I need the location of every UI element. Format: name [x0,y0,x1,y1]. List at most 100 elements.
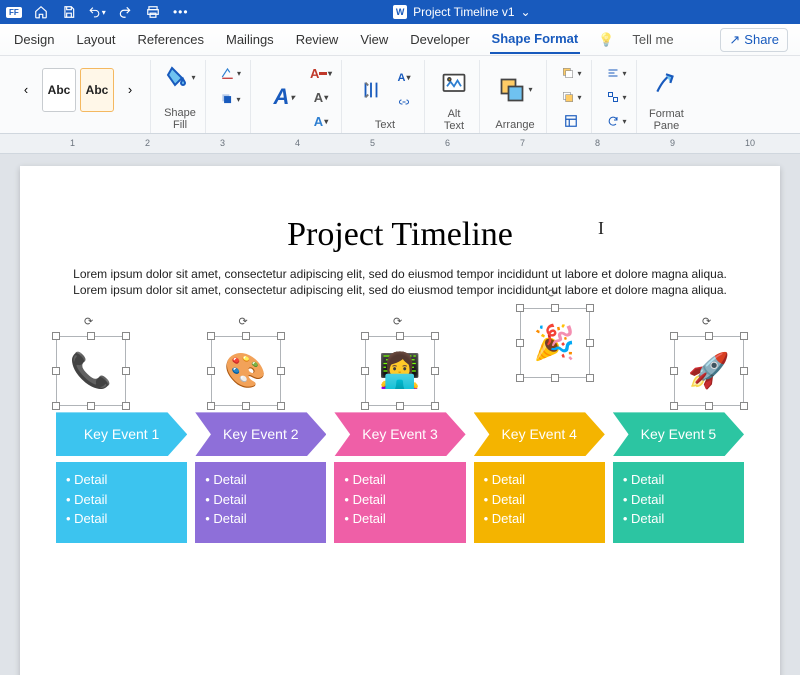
detail-item: Detail [213,492,246,507]
detail-item: Detail [74,492,107,507]
arrange-button[interactable]: ▾ [492,68,538,112]
detail-item: Detail [213,511,246,526]
text-fill-button[interactable]: A▾ [309,62,333,84]
rotate-handle-icon[interactable]: ⟳ [239,315,248,328]
title-bar: FF ▾ ••• W Project Timeline v1 ⌄ [0,0,800,24]
tab-references[interactable]: References [136,26,206,53]
align-text-button[interactable]: A▾ [392,67,416,89]
rotate-handle-icon[interactable]: ⟳ [548,287,557,300]
text-group-label: Text [375,117,395,131]
alt-text-button[interactable] [437,62,471,106]
detail-box-1[interactable]: • Detail • Detail • Detail [56,462,187,543]
rotate-handle-icon[interactable]: ⟳ [702,315,711,328]
document-viewport[interactable]: I Project Timeline Lorem ipsum dolor sit… [0,154,800,675]
word-icon: W [393,5,407,19]
detail-item: Detail [353,492,386,507]
rotate-handle-icon[interactable]: ⟳ [393,315,402,328]
tab-view[interactable]: View [358,26,390,53]
ruler-mark: 10 [745,138,755,148]
tab-layout[interactable]: Layout [74,26,117,53]
timeline-shape-5[interactable]: ⟳🚀 [674,336,744,406]
share-label: Share [744,32,779,47]
wordart-button[interactable]: A▾ [263,80,305,114]
group-arrange: ▾ Arrange [484,60,547,133]
tell-me[interactable]: Tell me [632,32,673,47]
redo-icon[interactable] [116,3,134,21]
selection-pane-button[interactable] [559,110,583,132]
home-icon[interactable] [32,3,50,21]
ruler-mark: 7 [520,138,525,148]
print-icon[interactable] [144,3,162,21]
align-button[interactable]: ▾ [604,62,628,84]
tab-design[interactable]: Design [12,26,56,53]
chevron-down-icon[interactable]: ⌄ [521,5,531,19]
shape-style-preset-2[interactable]: Abc [80,68,114,112]
group-button[interactable]: ▾ [604,86,628,108]
rotate-handle-icon[interactable]: ⟳ [84,315,93,328]
rotate-button[interactable]: ▾ [604,110,628,132]
tab-review[interactable]: Review [294,26,341,53]
event-label: Key Event 2 [223,426,299,442]
detail-box-5[interactable]: • Detail • Detail • Detail [613,462,744,543]
tab-shape-format[interactable]: Shape Format [490,25,581,54]
timeline-arrow-1[interactable]: Key Event 1 [56,412,187,456]
text-direction-button[interactable] [354,68,388,112]
event-label: Key Event 3 [362,426,438,442]
timeline-shape-4[interactable]: ⟳🎉 [520,308,590,378]
tab-mailings[interactable]: Mailings [224,26,276,53]
group-alt-text: Alt Text [429,60,480,133]
shape-effects-button[interactable]: ▾ [218,88,242,110]
timeline-arrow-2[interactable]: Key Event 2 [195,412,326,456]
undo-icon[interactable]: ▾ [88,3,106,21]
detail-item: Detail [492,492,525,507]
timeline-shape-2[interactable]: ⟳🎨 [211,336,281,406]
detail-box-3[interactable]: • Detail • Detail • Detail [334,462,465,543]
timeline-shape-1[interactable]: ⟳📞 [56,336,126,406]
page-paragraph[interactable]: Lorem ipsum dolor sit amet, consectetur … [50,266,750,316]
shape-fill-button[interactable]: ▾ [163,62,197,92]
send-backward-button[interactable]: ▾ [559,86,583,108]
autosave-off-badge[interactable]: FF [6,7,22,18]
shape-style-preset-1[interactable]: Abc [42,68,76,112]
chevron-left-icon[interactable]: ‹ [14,79,38,101]
ruler-mark: 4 [295,138,300,148]
timeline-arrow-3[interactable]: Key Event 3 [334,412,465,456]
timeline-arrow-4[interactable]: Key Event 4 [474,412,605,456]
detail-item: Detail [631,511,664,526]
ruler-mark: 2 [145,138,150,148]
more-icon[interactable]: ••• [172,3,190,21]
group-shape-styles: ‹ Abc Abc › [6,60,151,133]
horizontal-ruler[interactable]: 1 2 3 4 5 6 7 8 9 10 [0,134,800,154]
detail-item: Detail [213,472,246,487]
chevron-right-icon[interactable]: › [118,79,142,101]
tab-developer[interactable]: Developer [408,26,471,53]
format-pane-button[interactable] [649,62,683,106]
document-title-area[interactable]: W Project Timeline v1 ⌄ [200,5,724,19]
ribbon: ‹ Abc Abc › ▾ Shape Fill ▾ ▾ A▾ A▾ A▾ A▾ [0,56,800,134]
format-pane-label: Format Pane [649,106,684,132]
detail-box-2[interactable]: • Detail • Detail • Detail [195,462,326,543]
page-title[interactable]: Project Timeline [50,216,750,254]
text-effects-button[interactable]: A▾ [309,110,333,132]
create-link-button[interactable] [392,91,416,113]
document-page[interactable]: I Project Timeline Lorem ipsum dolor sit… [20,166,780,675]
ruler-mark: 1 [70,138,75,148]
timeline-arrows-row: Key Event 1 Key Event 2 Key Event 3 Key … [50,412,750,456]
share-button[interactable]: ↗ Share [720,28,788,52]
save-icon[interactable] [60,3,78,21]
event-label: Key Event 4 [501,426,577,442]
detail-item: Detail [74,472,107,487]
group-wordart: A▾ A▾ A▾ A▾ WordArt Styles [255,60,342,133]
timeline-shape-3[interactable]: ⟳👩‍💻 [365,336,435,406]
detail-box-4[interactable]: • Detail • Detail • Detail [474,462,605,543]
tell-me-icon[interactable]: 💡 [598,32,614,48]
bring-forward-button[interactable]: ▾ [559,62,583,84]
detail-item: Detail [353,472,386,487]
text-outline-button[interactable]: A▾ [309,86,333,108]
ruler-mark: 5 [370,138,375,148]
event-label: Key Event 1 [84,426,160,442]
ribbon-tabs: Design Layout References Mailings Review… [0,24,800,56]
shape-outline-button[interactable]: ▾ [218,62,242,84]
arrange-label: Arrange [495,117,534,131]
timeline-arrow-5[interactable]: Key Event 5 [613,412,744,456]
